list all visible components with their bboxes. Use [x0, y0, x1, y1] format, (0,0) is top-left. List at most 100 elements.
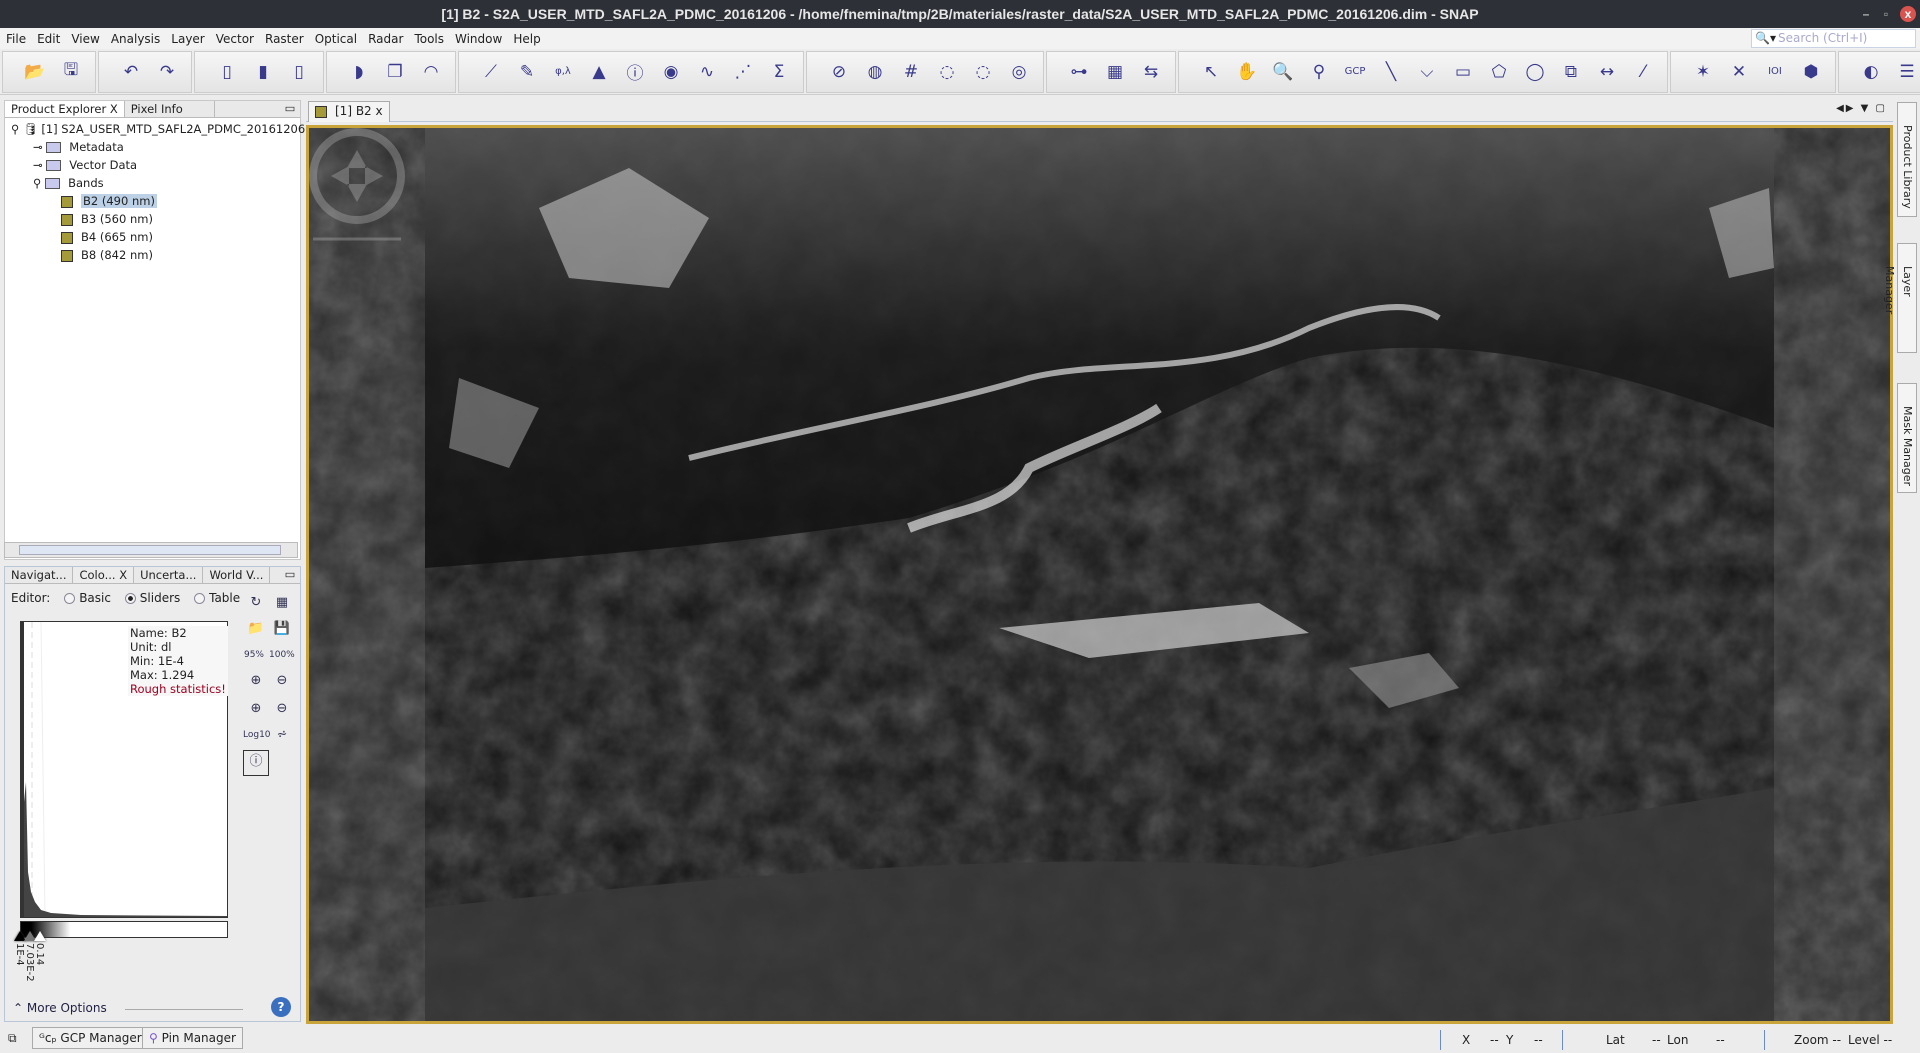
tree-product[interactable]: ⚲ 🛢 [1] S2A_USER_MTD_SAFL2A_PDMC_2016120…: [11, 120, 305, 138]
graticule-overlay-icon[interactable]: #: [898, 59, 924, 85]
menu-vector[interactable]: Vector: [216, 32, 254, 46]
view-nav-controls[interactable]: ◀▶ ▼ ▢: [1836, 103, 1887, 114]
tab-navigation[interactable]: Navigat...: [5, 567, 74, 583]
range-100-button[interactable]: 100%: [269, 644, 295, 666]
histogram-icon[interactable]: ▲: [586, 59, 612, 85]
rectangle-drawing-icon[interactable]: ▭: [1450, 59, 1476, 85]
polyline-drawing-icon[interactable]: ⌵: [1414, 59, 1440, 85]
sum-icon[interactable]: Σ: [766, 59, 792, 85]
menu-edit[interactable]: Edit: [37, 32, 60, 46]
zoom-tool-icon[interactable]: 🔍: [1270, 59, 1296, 85]
horizontal-scrollbar[interactable]: [4, 542, 298, 558]
open-palette-icon[interactable]: 📁: [245, 618, 267, 640]
tree-band[interactable]: B4 (665 nm): [11, 228, 300, 246]
zoom-out-vertical-icon[interactable]: ⊖: [271, 670, 293, 692]
export-icon[interactable]: ▯: [286, 59, 312, 85]
tree-metadata[interactable]: ⊸ Metadata: [11, 138, 300, 156]
gcp-placing-icon[interactable]: GCP: [1342, 59, 1368, 85]
menu-optical[interactable]: Optical: [315, 32, 357, 46]
more-info-icon[interactable]: ⓘ: [243, 750, 269, 776]
reset-icon[interactable]: ↻: [245, 592, 267, 614]
menu-help[interactable]: Help: [513, 32, 540, 46]
tab-colour-manipulation[interactable]: Colo... X: [73, 567, 135, 583]
zoom-in-horizontal-icon[interactable]: ⊕: [245, 698, 267, 720]
help-icon[interactable]: ?: [271, 997, 291, 1017]
gcp-overlay-icon[interactable]: ◍: [862, 59, 888, 85]
radio-basic[interactable]: [64, 593, 76, 604]
star-icon[interactable]: ✶: [1690, 59, 1716, 85]
minimize-panel-icon[interactable]: ▭: [280, 101, 300, 117]
correlative-plot-icon[interactable]: ⋰: [730, 59, 756, 85]
close-icon[interactable]: x: [376, 104, 383, 118]
profile-plot-icon[interactable]: ✎: [514, 59, 540, 85]
tab-product-library[interactable]: Product Library: [1897, 102, 1917, 217]
geo-coding-icon[interactable]: φ,λ: [550, 59, 576, 85]
close-button[interactable]: x: [1900, 6, 1916, 22]
import-raster-icon[interactable]: ▯: [214, 59, 240, 85]
tab-b2-view[interactable]: [1] B2 x: [308, 101, 390, 122]
magic-wand-icon[interactable]: ⁄: [1630, 59, 1656, 85]
range-finder-icon[interactable]: ↔: [1594, 59, 1620, 85]
ellipse-drawing-icon[interactable]: ◯: [1522, 59, 1548, 85]
tree-band[interactable]: B3 (560 nm): [11, 210, 300, 228]
import-from-band-icon[interactable]: ▦: [271, 592, 293, 614]
batch-processing-icon[interactable]: ▦: [1102, 59, 1128, 85]
tab-layer-manager[interactable]: Layer Manager: [1883, 243, 1917, 353]
redo-icon[interactable]: ↷: [154, 59, 180, 85]
radio-sliders[interactable]: [124, 593, 136, 604]
band-maths-icon[interactable]: ❐: [382, 59, 408, 85]
tree-vector-data[interactable]: ⊸ Vector Data: [11, 156, 300, 174]
line-drawing-icon[interactable]: ╲: [1378, 59, 1404, 85]
world-map-overlay-icon[interactable]: ◎: [1006, 59, 1032, 85]
close-icon[interactable]: X: [110, 102, 118, 116]
pin-overlay-icon[interactable]: ⊘: [826, 59, 852, 85]
menu-file[interactable]: File: [6, 32, 26, 46]
layer-stack-icon[interactable]: ☰: [1894, 59, 1920, 85]
tab-uncertainty[interactable]: Uncerta...: [134, 567, 204, 583]
tree-band[interactable]: B8 (842 nm): [11, 246, 300, 264]
menu-layer[interactable]: Layer: [171, 32, 204, 46]
pan-tool-icon[interactable]: ✋: [1234, 59, 1260, 85]
zoom-in-vertical-icon[interactable]: ⊕: [245, 670, 267, 692]
tree-band[interactable]: B2 (490 nm): [11, 192, 300, 210]
menu-window[interactable]: Window: [455, 32, 502, 46]
pin-manager-button[interactable]: ⚲ Pin Manager: [142, 1027, 243, 1049]
select-tool-icon[interactable]: ↖: [1198, 59, 1224, 85]
save-product-icon[interactable]: 🖫: [58, 59, 84, 85]
gcp-manager-button[interactable]: ᴳcₚ GCP Manager: [32, 1027, 149, 1049]
pin-placing-icon[interactable]: ⚲: [1306, 59, 1332, 85]
image-view[interactable]: [306, 125, 1893, 1024]
log10-button[interactable]: Log10: [243, 724, 271, 746]
information-icon[interactable]: ⓘ: [622, 59, 648, 85]
scatter-plot-icon[interactable]: ⟋: [478, 59, 504, 85]
radio-table[interactable]: [194, 593, 206, 604]
undo-icon[interactable]: ↶: [118, 59, 144, 85]
save-palette-icon[interactable]: 💾: [271, 618, 293, 640]
close-icon[interactable]: X: [119, 568, 127, 582]
xy-axis-icon[interactable]: ✕: [1726, 59, 1752, 85]
zoom-out-horizontal-icon[interactable]: ⊖: [271, 698, 293, 720]
open-product-icon[interactable]: 📂: [22, 59, 48, 85]
graph-builder-icon[interactable]: ⊶: [1066, 59, 1092, 85]
search-input[interactable]: 🔍▾ Search (Ctrl+I): [1751, 29, 1916, 48]
restore-windows-icon[interactable]: ⧉: [8, 1031, 17, 1046]
tab-product-explorer[interactable]: Product Explorer X: [5, 101, 125, 117]
restore-button[interactable]: ▫: [1878, 6, 1894, 22]
tree-bands[interactable]: ⚲ Bands: [11, 174, 300, 192]
pin-disabled-icon[interactable]: ◌: [934, 59, 960, 85]
tab-pixel-info[interactable]: Pixel Info: [125, 101, 215, 117]
world-view-icon[interactable]: ◠: [418, 59, 444, 85]
tab-world-view[interactable]: World V...: [203, 567, 271, 583]
menu-raster[interactable]: Raster: [265, 32, 304, 46]
colour-slider-handle[interactable]: [34, 931, 46, 941]
gcp-disabled-icon[interactable]: ◌: [970, 59, 996, 85]
cluster-icon[interactable]: ⬢: [1798, 59, 1824, 85]
menu-analysis[interactable]: Analysis: [111, 32, 160, 46]
statistics-icon[interactable]: ◉: [658, 59, 684, 85]
menu-view[interactable]: View: [71, 32, 99, 46]
more-options-toggle[interactable]: ⌃ More Options: [13, 1001, 107, 1015]
rgb-image-icon[interactable]: ◗: [346, 59, 372, 85]
layer-icon[interactable]: ◐: [1858, 59, 1884, 85]
insert-figure-icon[interactable]: ⧉: [1558, 59, 1584, 85]
menu-tools[interactable]: Tools: [414, 32, 444, 46]
